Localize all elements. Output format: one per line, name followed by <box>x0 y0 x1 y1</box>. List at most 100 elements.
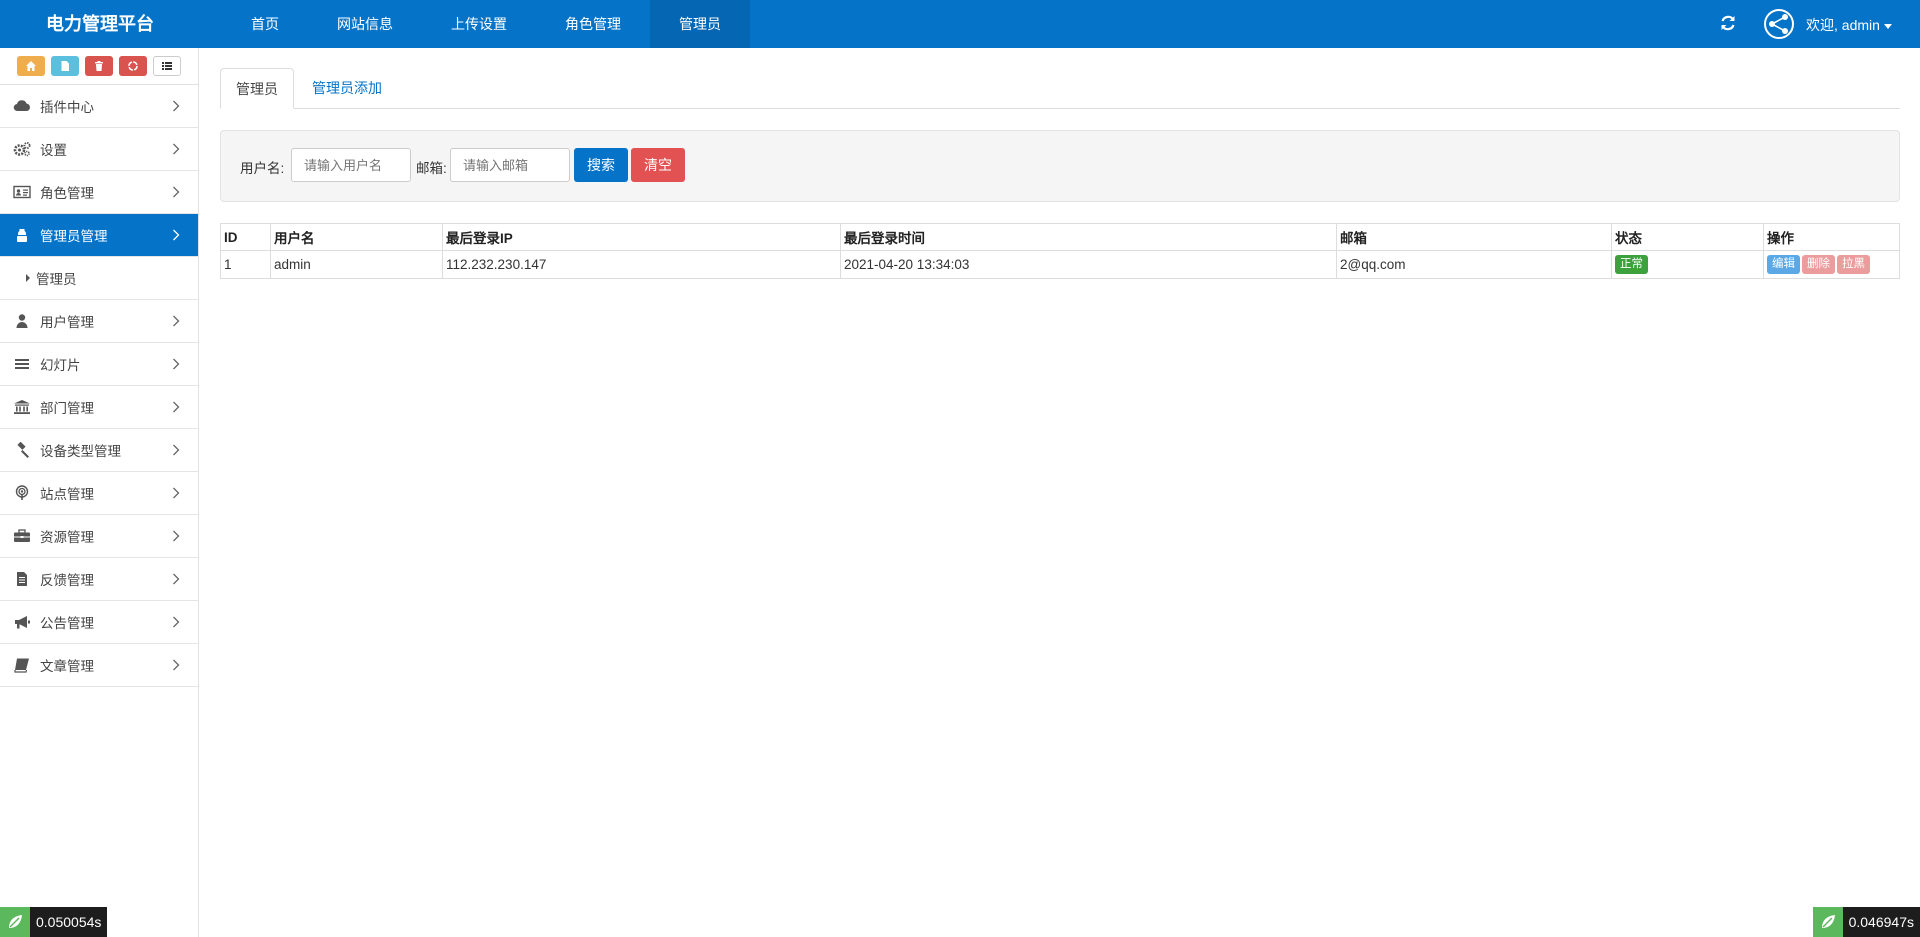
refresh-icon[interactable] <box>1718 13 1738 33</box>
column-header-actions: 操作 <box>1763 223 1900 251</box>
chevron-right-icon <box>173 530 180 542</box>
chevron-right-icon <box>173 659 180 671</box>
caret-right-icon <box>26 274 30 282</box>
cell-last-ip: 112.232.230.147 <box>442 250 841 279</box>
list-shortcut-button[interactable] <box>153 56 181 76</box>
bullhorn-icon <box>11 614 33 630</box>
tab-bar: 管理员 管理员添加 <box>220 68 1900 109</box>
bars-icon <box>11 356 33 372</box>
column-header-last-time: 最后登录时间 <box>840 223 1337 251</box>
chevron-right-icon <box>173 401 180 413</box>
file-icon <box>61 61 69 71</box>
nav-site-info[interactable]: 网站信息 <box>308 0 422 48</box>
sidebar-item-roles[interactable]: 角色管理 <box>0 171 198 214</box>
recycle-icon <box>128 61 138 71</box>
debug-timer-right[interactable]: 0.046947s <box>1812 907 1920 937</box>
sidebar-item-articles[interactable]: 文章管理 <box>0 644 198 687</box>
leaf-logo-icon <box>0 907 30 937</box>
top-navbar: 电力管理平台 首页 网站信息 上传设置 角色管理 管理员 欢迎, admin <box>0 0 1920 48</box>
debug-timer-left[interactable]: 0.050054s <box>0 907 108 937</box>
user-icon <box>11 313 33 329</box>
sidebar-item-resources[interactable]: 资源管理 <box>0 515 198 558</box>
submenu-item-admin[interactable]: 管理员 <box>0 257 198 300</box>
user-menu-toggle[interactable]: 欢迎, admin <box>1806 0 1892 50</box>
sidebar-item-users[interactable]: 用户管理 <box>0 300 198 343</box>
institution-icon <box>11 399 33 415</box>
trash-icon <box>95 61 103 71</box>
briefcase-icon <box>11 528 33 544</box>
cell-last-time: 2021-04-20 13:34:03 <box>840 250 1337 279</box>
cell-status: 正常 <box>1611 250 1764 279</box>
sidebar-item-label: 用户管理 <box>40 315 94 330</box>
chevron-right-icon <box>173 487 180 499</box>
sidebar-item-label: 设置 <box>40 143 67 158</box>
cell-email: 2@qq.com <box>1336 250 1612 279</box>
caret-down-icon <box>1883 23 1892 29</box>
sidebar-item-device-types[interactable]: 设备类型管理 <box>0 429 198 472</box>
sidebar-item-settings[interactable]: 设置 <box>0 128 198 171</box>
home-shortcut-button[interactable] <box>17 56 45 76</box>
sidebar-item-label: 幻灯片 <box>40 358 81 373</box>
nav-home[interactable]: 首页 <box>222 0 308 48</box>
search-button[interactable]: 搜索 <box>574 148 628 182</box>
sidebar-item-slides[interactable]: 幻灯片 <box>0 343 198 386</box>
sidebar-item-label: 插件中心 <box>40 100 94 115</box>
recycle-shortcut-button[interactable] <box>119 56 147 76</box>
column-header-username: 用户名 <box>270 223 443 251</box>
sidebar-item-label: 管理员管理 <box>40 229 108 244</box>
sidebar: 插件中心 设置 角色管理 管理员管理 管理员 用户管理 幻灯片 部门管理 设备类… <box>0 48 199 937</box>
admin-icon <box>11 227 33 243</box>
edit-button[interactable]: 编辑 <box>1767 255 1800 274</box>
search-form: 用户名: 邮箱: 搜索 清空 <box>220 130 1900 202</box>
sidebar-item-announcements[interactable]: 公告管理 <box>0 601 198 644</box>
tab-admin-list[interactable]: 管理员 <box>220 68 294 109</box>
file-shortcut-button[interactable] <box>51 56 79 76</box>
main-content: 管理员 管理员添加 用户名: 邮箱: 搜索 清空 ID 用户名 最后登录IP 最… <box>200 48 1920 937</box>
gears-icon <box>11 141 33 157</box>
admin-table: ID 用户名 最后登录IP 最后登录时间 邮箱 状态 操作 1 admin 11… <box>220 223 1900 279</box>
sidebar-item-plugins[interactable]: 插件中心 <box>0 85 198 128</box>
sidebar-item-label: 公告管理 <box>40 616 94 631</box>
user-avatar[interactable] <box>1764 9 1794 39</box>
column-header-last-ip: 最后登录IP <box>442 223 841 251</box>
trash-shortcut-button[interactable] <box>85 56 113 76</box>
welcome-text: 欢迎, admin <box>1806 17 1880 33</box>
sidebar-item-sites[interactable]: 站点管理 <box>0 472 198 515</box>
email-search-input[interactable] <box>450 148 570 182</box>
chevron-right-icon <box>173 143 180 155</box>
brand-title[interactable]: 电力管理平台 <box>46 0 154 48</box>
email-label: 邮箱: <box>416 161 447 176</box>
chevron-right-icon <box>173 100 180 112</box>
sidebar-item-label: 站点管理 <box>40 487 94 502</box>
sidebar-item-label: 部门管理 <box>40 401 94 416</box>
debug-time-right: 0.046947s <box>1848 914 1914 930</box>
chevron-right-icon <box>173 616 180 628</box>
share-icon <box>1769 14 1788 34</box>
sidebar-item-label: 资源管理 <box>40 530 94 545</box>
status-badge: 正常 <box>1615 255 1648 274</box>
chevron-right-icon <box>173 573 180 585</box>
nav-admin[interactable]: 管理员 <box>650 0 750 48</box>
sidebar-item-label: 角色管理 <box>40 186 94 201</box>
chevron-right-icon <box>173 229 180 241</box>
sidebar-item-departments[interactable]: 部门管理 <box>0 386 198 429</box>
chevron-right-icon <box>173 358 180 370</box>
file-text-icon <box>11 571 33 587</box>
sidebar-item-feedback[interactable]: 反馈管理 <box>0 558 198 601</box>
sidebar-item-label: 反馈管理 <box>40 573 94 588</box>
delete-button[interactable]: 删除 <box>1802 255 1835 274</box>
nav-upload-settings[interactable]: 上传设置 <box>422 0 536 48</box>
sidebar-item-admin-management[interactable]: 管理员管理 <box>0 214 198 257</box>
username-search-input[interactable] <box>291 148 411 182</box>
nav-role-management[interactable]: 角色管理 <box>536 0 650 48</box>
gavel-icon <box>11 442 33 458</box>
tab-admin-add[interactable]: 管理员添加 <box>297 68 397 108</box>
leaf-logo-icon <box>1812 907 1843 937</box>
clear-button[interactable]: 清空 <box>631 148 685 182</box>
blacklist-button[interactable]: 拉黑 <box>1837 255 1870 274</box>
list-icon <box>162 62 172 70</box>
cell-username: admin <box>270 250 443 279</box>
chevron-right-icon <box>173 444 180 456</box>
top-nav: 首页 网站信息 上传设置 角色管理 管理员 <box>222 0 750 48</box>
chevron-right-icon <box>173 315 180 327</box>
